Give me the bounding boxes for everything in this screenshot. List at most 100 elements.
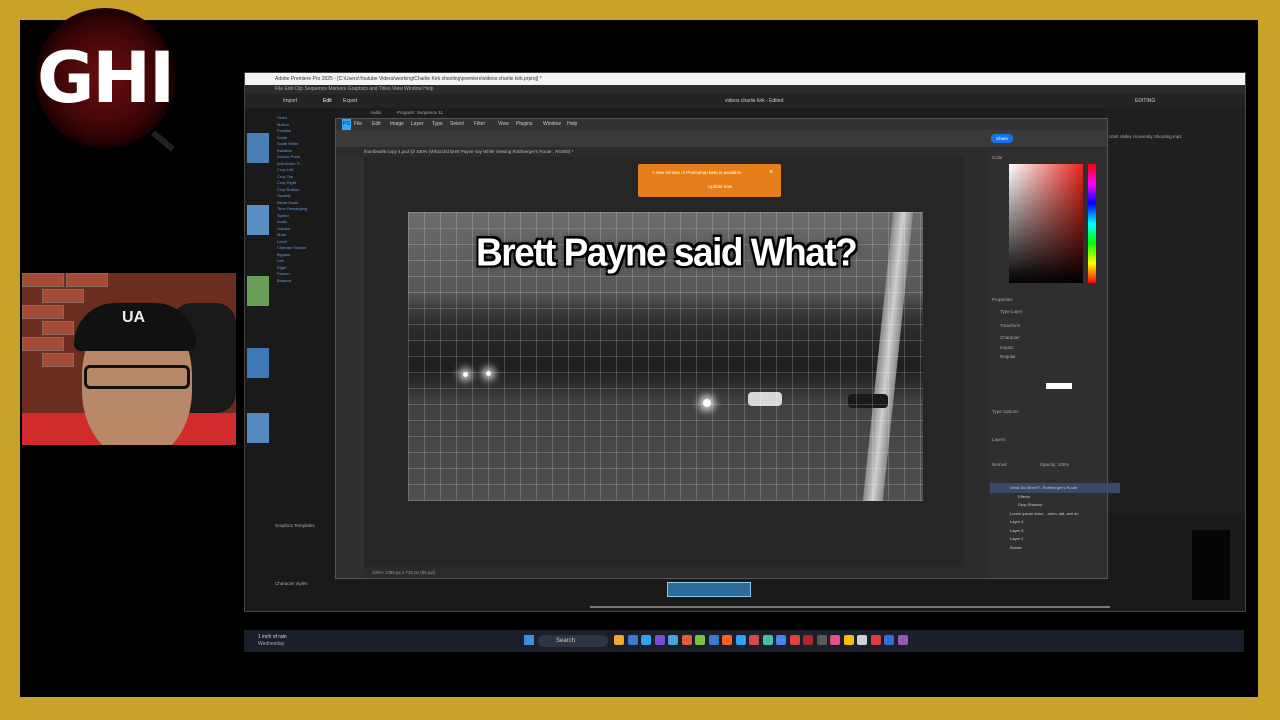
ps-menu-ps[interactable]: PS bbox=[342, 119, 351, 130]
taskbar-app-icon[interactable] bbox=[695, 635, 705, 645]
color-panel-tab[interactable]: Color bbox=[992, 155, 1003, 160]
layer-row[interactable]: Border bbox=[990, 543, 1120, 553]
effect-property[interactable]: Rotation bbox=[277, 148, 292, 153]
effect-property[interactable]: Channel Volume bbox=[277, 245, 306, 250]
clip-thumbnail[interactable] bbox=[247, 205, 269, 235]
character-label: Character bbox=[1000, 335, 1020, 340]
ps-menu-type[interactable]: Type bbox=[432, 119, 443, 130]
ps-menu-filter[interactable]: Filter bbox=[474, 119, 485, 130]
effect-property[interactable]: Scale bbox=[277, 135, 287, 140]
taskbar-app-icon[interactable] bbox=[722, 635, 732, 645]
effect-property[interactable]: Balance bbox=[277, 278, 291, 283]
taskbar-app-icon[interactable] bbox=[735, 635, 746, 645]
color-picker-field[interactable] bbox=[1009, 164, 1083, 283]
ps-menu-window[interactable]: Window bbox=[543, 119, 561, 130]
taskbar-app-icon[interactable] bbox=[843, 635, 854, 645]
font-family-field[interactable]: Impact bbox=[1000, 345, 1014, 350]
effect-property[interactable]: Motion bbox=[277, 122, 289, 127]
thumbnail-headline[interactable]: Brett Payne said What? bbox=[476, 231, 858, 290]
effect-property[interactable]: Opacity bbox=[277, 193, 291, 198]
ps-menu-image[interactable]: Image bbox=[390, 119, 404, 130]
photoshop-options-bar[interactable]: Share bbox=[336, 130, 1107, 147]
effect-property[interactable]: Panner bbox=[277, 271, 290, 276]
text-color-swatch[interactable] bbox=[1046, 383, 1072, 389]
document-tab[interactable]: thumbnail9 copy 4.psd @ 100% (What Did B… bbox=[364, 147, 964, 157]
effect-property[interactable]: Blend Mode bbox=[277, 200, 298, 205]
photoshop-menubar[interactable]: PS File Edit Image Layer Type Select Filter View… bbox=[336, 119, 1107, 130]
effect-property[interactable]: Crop Top bbox=[277, 174, 293, 179]
blend-mode-select[interactable]: Normal bbox=[992, 462, 1007, 467]
taskbar-app-icon[interactable] bbox=[668, 635, 678, 645]
ps-menu-layer[interactable]: Layer bbox=[411, 119, 424, 130]
effect-property[interactable]: Scale Width bbox=[277, 141, 298, 146]
ps-menu-file[interactable]: File bbox=[354, 119, 362, 130]
clip-thumbnail[interactable] bbox=[247, 348, 269, 378]
ps-menu-edit[interactable]: Edit bbox=[372, 119, 381, 130]
effect-property[interactable]: Anchor Point bbox=[277, 154, 300, 159]
weather-widget[interactable]: 1 inch of rain bbox=[258, 634, 287, 640]
taskbar-app-icon[interactable] bbox=[654, 635, 665, 645]
layers-tab[interactable]: Layers bbox=[992, 437, 1006, 442]
properties-tab[interactable]: Properties bbox=[992, 297, 1013, 302]
tab-import[interactable]: Import bbox=[283, 98, 297, 104]
taskbar-search[interactable]: Search bbox=[538, 635, 608, 647]
effect-property[interactable]: Audio bbox=[277, 219, 287, 224]
tab-edit[interactable]: Edit bbox=[323, 98, 332, 104]
ps-menu-view[interactable]: View bbox=[498, 119, 509, 130]
taskbar-app-icon[interactable] bbox=[762, 635, 773, 645]
timeline-scrollbar[interactable] bbox=[590, 606, 1110, 608]
taskbar-app-icon[interactable] bbox=[614, 635, 624, 645]
taskbar-app-icon[interactable] bbox=[830, 635, 840, 645]
windows-start-icon[interactable] bbox=[524, 635, 534, 645]
graphics-templates-label[interactable]: Graphics Templates bbox=[275, 523, 315, 528]
effect-property[interactable]: Left bbox=[277, 258, 284, 263]
taskbar-app-icon[interactable] bbox=[857, 635, 867, 645]
taskbar-app-icon[interactable] bbox=[627, 635, 638, 645]
clip-thumbnail[interactable] bbox=[247, 133, 269, 163]
effect-property[interactable]: Crop Right bbox=[277, 180, 296, 185]
timeline-clip[interactable] bbox=[667, 582, 751, 597]
photoshop-toolbar[interactable] bbox=[336, 157, 364, 578]
program-label[interactable]: Program: Sequence 11 bbox=[397, 110, 443, 115]
effect-property[interactable]: Volume bbox=[277, 226, 290, 231]
taskbar-app-icon[interactable] bbox=[708, 635, 719, 645]
font-style-field[interactable]: Regular bbox=[1000, 354, 1016, 359]
clip-thumbnail[interactable] bbox=[247, 413, 269, 443]
character-styles-label[interactable]: Character styles bbox=[275, 581, 308, 586]
taskbar-app-icon[interactable] bbox=[884, 635, 894, 645]
tab-export[interactable]: Export bbox=[343, 98, 357, 104]
effect-property[interactable]: Speed bbox=[277, 213, 289, 218]
update-now-button[interactable]: Update now bbox=[708, 184, 732, 189]
effect-property[interactable]: Level bbox=[277, 239, 287, 244]
premiere-menubar[interactable]: File Edit Clip Sequence Markers Graphics… bbox=[245, 85, 1245, 94]
workspace-label[interactable]: EDITING bbox=[1135, 98, 1155, 104]
effect-property[interactable]: Bypass bbox=[277, 252, 290, 257]
taskbar-app-icon[interactable] bbox=[789, 635, 800, 645]
effect-property[interactable]: Mute bbox=[277, 232, 286, 237]
taskbar-app-icon[interactable] bbox=[641, 635, 651, 645]
effect-property[interactable]: Position bbox=[277, 128, 291, 133]
ps-menu-help[interactable]: Help bbox=[567, 119, 577, 130]
taskbar-app-icon[interactable] bbox=[870, 635, 881, 645]
hue-slider[interactable] bbox=[1088, 164, 1096, 283]
ps-menu-plugins[interactable]: Plugins bbox=[516, 119, 532, 130]
effect-property[interactable]: Crop Left bbox=[277, 167, 293, 172]
taskbar-app-icon[interactable] bbox=[897, 635, 908, 645]
effect-property[interactable]: Right bbox=[277, 265, 286, 270]
taskbar-app-icon[interactable] bbox=[749, 635, 759, 645]
taskbar-app-icon[interactable] bbox=[681, 635, 692, 645]
clip-thumbnail[interactable] bbox=[247, 276, 269, 306]
taskbar-app-icon[interactable] bbox=[776, 635, 786, 645]
audio-tab[interactable]: Audio bbox=[370, 110, 382, 115]
effect-property[interactable]: Time Remapping bbox=[277, 206, 307, 211]
effect-property[interactable]: Crop Bottom bbox=[277, 187, 299, 192]
close-icon[interactable]: × bbox=[769, 169, 773, 176]
taskbar-app-icon[interactable] bbox=[803, 635, 813, 645]
share-button[interactable]: Share bbox=[991, 134, 1013, 143]
taskbar-app-icon[interactable] bbox=[816, 635, 827, 645]
layer-opacity[interactable]: Opacity: 100% bbox=[1040, 462, 1069, 467]
effect-property[interactable]: Video bbox=[277, 115, 287, 120]
ps-menu-select[interactable]: Select bbox=[450, 119, 464, 130]
effect-property[interactable]: Anti-flicker Fi... bbox=[277, 161, 303, 166]
effect-controls-list[interactable]: Video Motion Position Scale Scale Width Rotat… bbox=[273, 115, 339, 445]
